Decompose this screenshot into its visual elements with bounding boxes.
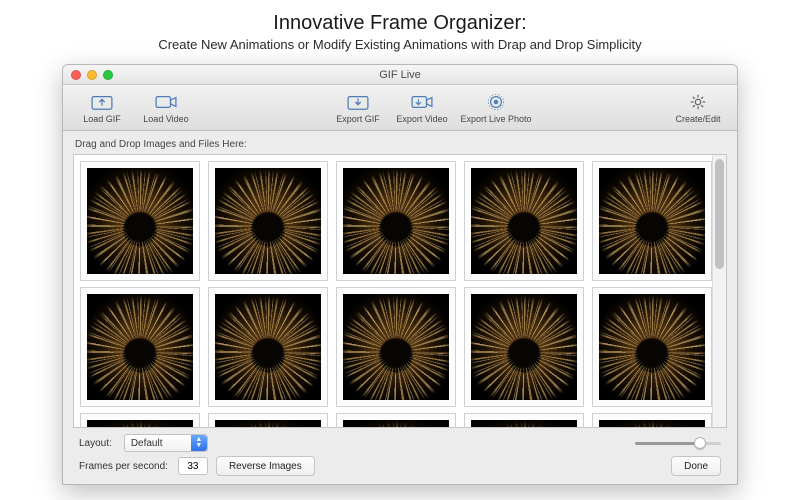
- load-gif-button[interactable]: Load GIF: [73, 92, 131, 124]
- promo-subtitle: Create New Animations or Modify Existing…: [20, 37, 780, 52]
- zoom-slider[interactable]: [635, 442, 721, 445]
- drop-zone-label: Drag and Drop Images and Files Here:: [75, 139, 727, 150]
- toolbar-label: Export Video: [396, 114, 447, 124]
- window-title: GIF Live: [63, 69, 737, 81]
- frame-thumbnail[interactable]: [464, 161, 584, 281]
- toolbar: Load GIF Load Video Export GIF E: [63, 85, 737, 131]
- toolbar-label: Load Video: [143, 114, 188, 124]
- frame-thumbnail[interactable]: [336, 413, 456, 427]
- frame-image: [87, 294, 193, 400]
- frame-thumbnail[interactable]: [464, 413, 584, 427]
- fps-label: Frames per second:: [79, 461, 170, 472]
- toolbar-label: Create/Edit: [675, 114, 720, 124]
- done-button[interactable]: Done: [671, 456, 721, 476]
- export-video-button[interactable]: Export Video: [393, 92, 451, 124]
- frame-thumbnail[interactable]: [336, 287, 456, 407]
- frame-image: [87, 420, 193, 427]
- frame-thumbnail[interactable]: [592, 287, 712, 407]
- frame-image: [599, 420, 705, 427]
- frame-thumbnail[interactable]: [80, 287, 200, 407]
- export-gif-icon: [346, 92, 370, 112]
- fps-input[interactable]: [178, 457, 208, 475]
- export-video-icon: [410, 92, 434, 112]
- frame-thumbnail[interactable]: [80, 161, 200, 281]
- frame-image: [343, 294, 449, 400]
- frame-thumbnail[interactable]: [208, 161, 328, 281]
- frame-image: [343, 420, 449, 427]
- frame-image: [215, 294, 321, 400]
- frame-thumbnail[interactable]: [336, 161, 456, 281]
- frame-thumbnail[interactable]: [592, 161, 712, 281]
- frame-image: [471, 294, 577, 400]
- frame-thumbnail[interactable]: [592, 413, 712, 427]
- export-gif-button[interactable]: Export GIF: [329, 92, 387, 124]
- window-zoom-button[interactable]: [103, 70, 113, 80]
- scroll-thumb[interactable]: [715, 159, 724, 269]
- frame-thumbnail[interactable]: [464, 287, 584, 407]
- frame-image: [471, 420, 577, 427]
- frame-image: [599, 168, 705, 274]
- vertical-scrollbar[interactable]: [712, 155, 726, 427]
- gear-icon: [686, 92, 710, 112]
- window-minimize-button[interactable]: [87, 70, 97, 80]
- load-video-button[interactable]: Load Video: [137, 92, 195, 124]
- import-video-icon: [154, 92, 178, 112]
- toolbar-label: Load GIF: [83, 114, 121, 124]
- frame-image: [215, 420, 321, 427]
- layout-label: Layout:: [79, 438, 114, 449]
- promo-title: Innovative Frame Organizer:: [20, 12, 780, 35]
- frame-image: [599, 294, 705, 400]
- export-live-photo-button[interactable]: Export Live Photo: [457, 92, 535, 124]
- import-gif-icon: [90, 92, 114, 112]
- export-live-photo-icon: [484, 92, 508, 112]
- create-edit-button[interactable]: Create/Edit: [669, 92, 727, 124]
- slider-knob[interactable]: [694, 437, 706, 449]
- frame-thumbnail[interactable]: [208, 287, 328, 407]
- window-close-button[interactable]: [71, 70, 81, 80]
- frame-image: [215, 168, 321, 274]
- frame-image: [87, 168, 193, 274]
- frame-image: [343, 168, 449, 274]
- chevron-up-down-icon: ▲▼: [191, 435, 207, 451]
- titlebar: GIF Live: [63, 65, 737, 85]
- layout-select[interactable]: Default ▲▼: [124, 434, 208, 452]
- toolbar-label: Export Live Photo: [460, 114, 531, 124]
- layout-select-value: Default: [131, 438, 163, 449]
- frame-image: [471, 168, 577, 274]
- frame-thumbnail[interactable]: [80, 413, 200, 427]
- reverse-images-button[interactable]: Reverse Images: [216, 456, 315, 476]
- frame-grid[interactable]: [73, 154, 727, 428]
- frame-thumbnail[interactable]: [208, 413, 328, 427]
- toolbar-label: Export GIF: [336, 114, 380, 124]
- app-window: GIF Live Load GIF Load Video: [62, 64, 738, 485]
